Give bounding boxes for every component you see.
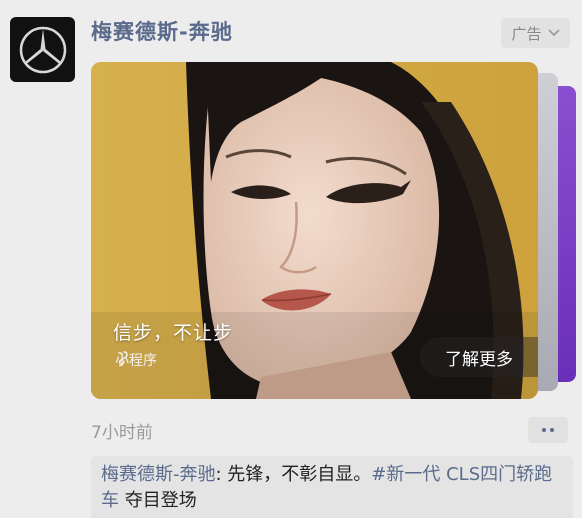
comment-separator: : xyxy=(215,464,228,485)
post-timestamp: 7小时前 xyxy=(91,423,153,443)
ad-image-card[interactable]: 信步，不让步 小程序 了解更多 xyxy=(91,62,538,399)
more-dots-icon xyxy=(550,428,554,432)
avatar[interactable] xyxy=(10,17,75,82)
mini-program-icon xyxy=(118,351,128,365)
comment-author[interactable]: 梅赛德斯-奔驰 xyxy=(101,464,216,485)
comment-text: 先锋，不彰自显。 xyxy=(227,464,372,485)
mercedes-star-logo xyxy=(19,26,66,73)
account-name[interactable]: 梅赛德斯-奔驰 xyxy=(91,16,233,46)
chevron-down-icon xyxy=(547,29,560,37)
ad-badge-label: 广告 xyxy=(511,24,542,43)
mini-program-label[interactable]: 小程序 xyxy=(115,350,157,370)
more-dots-button[interactable] xyxy=(528,417,568,443)
learn-more-button[interactable]: 了解更多 xyxy=(420,337,538,377)
comment-box: 梅赛德斯-奔驰: 先锋，不彰自显。#新一代 CLS四门轿跑车 夺目登场 xyxy=(91,456,573,518)
more-dots-icon xyxy=(542,428,546,432)
ad-slogan: 信步，不让步 xyxy=(113,322,234,344)
ad-badge[interactable]: 广告 xyxy=(501,18,570,48)
comment-suffix: 夺目登场 xyxy=(119,490,197,511)
